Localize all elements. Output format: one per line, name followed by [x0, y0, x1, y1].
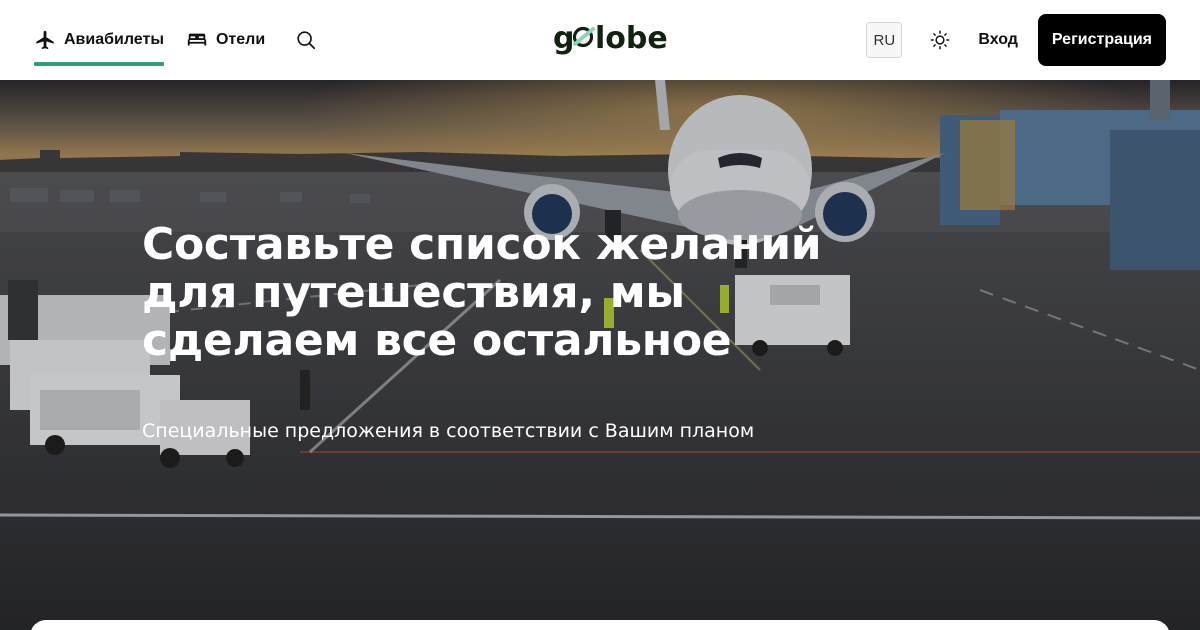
language-label: RU	[873, 31, 896, 49]
hero-subtitle: Специальные предложения в соответствии с…	[142, 420, 755, 442]
login-link[interactable]: Вход	[978, 31, 1018, 49]
tab-flights[interactable]: Авиабилеты	[34, 0, 164, 80]
search-icon[interactable]	[293, 27, 319, 53]
svg-text:lobe: lobe	[595, 21, 668, 56]
tab-hotels[interactable]: Отели	[186, 0, 265, 80]
top-navigation: Авиабилеты Отели g lobe RU Вход Регистра…	[0, 0, 1200, 80]
airplane-icon	[34, 29, 56, 51]
search-panel	[30, 620, 1170, 630]
register-button[interactable]: Регистрация	[1037, 14, 1166, 66]
globe-logo-icon: g lobe	[553, 21, 668, 56]
sun-icon[interactable]	[928, 28, 952, 52]
svg-text:g: g	[553, 21, 574, 56]
hero-title: Составьте список желаний для путешествия…	[142, 219, 822, 366]
bed-icon	[186, 29, 208, 51]
header-actions: RU Вход Регистрация	[866, 14, 1166, 66]
language-switcher[interactable]: RU	[866, 22, 903, 58]
main-nav: Авиабилеты Отели	[34, 0, 319, 80]
hero-section: Составьте список желаний для путешествия…	[0, 80, 1200, 630]
tab-flights-label: Авиабилеты	[64, 31, 164, 48]
logo[interactable]: g lobe	[553, 18, 669, 62]
tab-hotels-label: Отели	[215, 31, 266, 48]
